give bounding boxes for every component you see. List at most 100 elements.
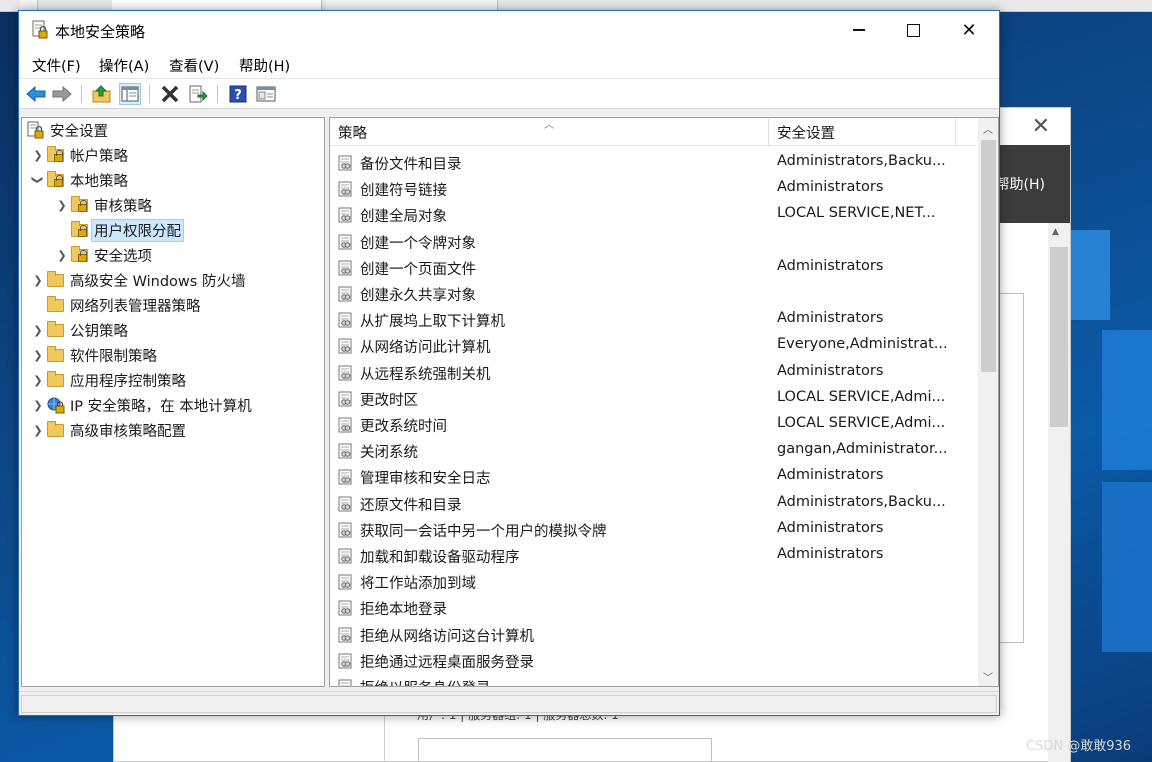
minimize-button[interactable] (831, 11, 887, 49)
tree-item-account-policy[interactable]: ❯ 帐户策略 (30, 143, 128, 167)
table-row[interactable]: 创建符号链接 Administrators (330, 176, 976, 202)
table-row[interactable]: 拒绝通过远程桌面服务登录 (330, 648, 976, 674)
tree-root-security-settings[interactable]: 安全设置 (26, 118, 108, 142)
table-row[interactable]: 创建一个令牌对象 (330, 229, 976, 255)
column-header-security-setting[interactable]: 安全设置 (769, 118, 955, 146)
tree-label: 应用程序控制策略 (70, 373, 186, 390)
chevron-right-icon[interactable]: ❯ (54, 193, 70, 217)
table-row[interactable]: 从网络访问此计算机 Everyone,Administrat... (330, 333, 976, 359)
tree-pane[interactable]: 安全设置 ❯ 帐户策略 ❯ 本地策略 ❯ 审核策略 用户权限分配 ❯ 安全选项 (21, 117, 325, 687)
table-row[interactable]: 还原文件和目录 Administrators,Backu... (330, 491, 976, 517)
chevron-right-icon[interactable]: ❯ (30, 318, 46, 342)
chevron-right-icon[interactable]: ❯ (30, 418, 46, 442)
policy-name: 加载和卸载设备驱动程序 (360, 550, 520, 566)
back-icon[interactable] (25, 83, 47, 105)
tree-item-security-options[interactable]: ❯ 安全选项 (54, 243, 152, 267)
menu-file[interactable]: 文件(F) (32, 55, 81, 76)
tree-item-windows-firewall[interactable]: ❯ 高级安全 Windows 防火墙 (30, 268, 245, 292)
table-row[interactable]: 创建永久共享对象 (330, 281, 976, 307)
chevron-right-icon[interactable]: ❯ (30, 143, 46, 167)
table-row[interactable]: 从扩展坞上取下计算机 Administrators (330, 307, 976, 333)
policy-name: 获取同一会话中另一个用户的模拟令牌 (360, 523, 607, 540)
table-row[interactable]: 管理审核和安全日志 Administrators (330, 464, 976, 490)
maximize-icon (906, 23, 920, 37)
chevron-right-icon[interactable]: ❯ (54, 243, 70, 267)
tree-item-local-policy[interactable]: ❯ 本地策略 (30, 168, 128, 192)
policy-icon (338, 679, 353, 686)
table-row[interactable]: 拒绝从网络访问这台计算机 (330, 622, 976, 648)
tree-item-app-control[interactable]: ❯ 应用程序控制策略 (30, 368, 186, 392)
table-row[interactable]: 创建一个页面文件 Administrators (330, 255, 976, 281)
table-row[interactable]: 更改时区 LOCAL SERVICE,Admi... (330, 386, 976, 412)
windows-logo-pane (1102, 482, 1152, 652)
policy-list-pane[interactable]: 策略 ︿ 安全设置 备份文件和目录 Administrators,Backu...… (329, 117, 999, 687)
tree-item-public-key-policy[interactable]: ❯ 公钥策略 (30, 318, 128, 342)
menu-view[interactable]: 查看(V) (169, 55, 219, 76)
delete-icon[interactable] (159, 83, 181, 105)
policy-name: 从网络访问此计算机 (360, 340, 491, 357)
table-row[interactable]: 将工作站添加到域 (330, 569, 976, 595)
column-divider[interactable] (955, 118, 956, 146)
table-row[interactable]: 拒绝以服务身份登录 (330, 674, 976, 686)
bg-scroll-thumb[interactable] (1050, 247, 1068, 427)
bg-input-box[interactable] (418, 738, 712, 762)
tree-item-network-list-manager[interactable]: 网络列表管理器策略 (30, 293, 201, 317)
scroll-thumb[interactable] (981, 140, 996, 372)
policy-name: 拒绝通过远程桌面服务登录 (360, 654, 534, 671)
svg-text:?: ? (234, 88, 242, 103)
scroll-down-icon[interactable]: ﹀ (978, 666, 998, 686)
forward-icon[interactable] (51, 83, 73, 105)
close-button[interactable]: ✕ (941, 11, 997, 49)
policy-icon (338, 600, 353, 616)
policy-icon (338, 155, 353, 171)
folder-icon (46, 371, 66, 389)
chevron-right-icon[interactable]: ❯ (30, 343, 46, 367)
table-row[interactable]: 获取同一会话中另一个用户的模拟令牌 Administrators (330, 517, 976, 543)
policy-name: 从扩展坞上取下计算机 (360, 314, 505, 331)
tree-label: 软件限制策略 (70, 348, 157, 365)
folder-lock-icon (70, 196, 90, 214)
help-icon[interactable]: ? (227, 83, 249, 105)
tree-item-ip-security[interactable]: ❯ IP 安全策略，在 本地计算机 (30, 393, 252, 417)
policy-name: 关闭系统 (360, 445, 418, 462)
menu-action[interactable]: 操作(A) (99, 55, 149, 76)
show-hide-tree-icon[interactable] (119, 83, 141, 105)
tree-item-software-restriction[interactable]: ❯ 软件限制策略 (30, 343, 157, 367)
bg-scrollbar[interactable]: ▲ (1048, 223, 1070, 762)
bg-scroll-up-icon[interactable]: ▲ (1052, 227, 1059, 237)
policy-name: 从远程系统强制关机 (360, 366, 491, 383)
policy-setting: Administrators,Backu... (777, 153, 946, 169)
tree-item-advanced-audit[interactable]: ❯ 高级审核策略配置 (30, 418, 186, 442)
title-bar[interactable]: 本地安全策略 ✕ (19, 11, 999, 49)
tree-label: 本地策略 (70, 173, 128, 190)
table-row[interactable]: 加载和卸载设备驱动程序 Administrators (330, 543, 976, 569)
table-row[interactable]: 创建全局对象 LOCAL SERVICE,NET... (330, 202, 976, 228)
policy-name: 创建一个令牌对象 (360, 235, 476, 252)
policy-icon (338, 181, 353, 197)
bg-help-menu[interactable]: 帮助(H) (996, 174, 1045, 194)
table-row[interactable]: 关闭系统 gangan,Administrator... (330, 438, 976, 464)
toolbar: ? (19, 79, 999, 109)
tree-item-user-rights-assignment[interactable]: 用户权限分配 (54, 218, 184, 242)
table-row[interactable]: 从远程系统强制关机 Administrators (330, 360, 976, 386)
policy-icon (338, 365, 353, 381)
table-row[interactable]: 备份文件和目录 Administrators,Backu... (330, 150, 976, 176)
folder-lock-icon (46, 171, 66, 189)
chevron-right-icon[interactable]: ❯ (30, 268, 46, 292)
maximize-button[interactable] (885, 11, 941, 49)
bg-close-icon[interactable]: ✕ (1032, 114, 1050, 139)
scroll-up-icon[interactable]: ︿ (978, 118, 998, 138)
properties-icon[interactable] (255, 83, 277, 105)
status-bar (19, 691, 999, 715)
chevron-right-icon[interactable]: ❯ (30, 368, 46, 392)
table-row[interactable]: 拒绝本地登录 (330, 595, 976, 621)
tree-item-audit-policy[interactable]: ❯ 审核策略 (54, 193, 152, 217)
local-security-policy-window: 本地安全策略 ✕ 文件(F) 操作(A) 查看(V) 帮助(H) ? 安全设置 … (18, 10, 1000, 716)
table-row[interactable]: 更改系统时间 LOCAL SERVICE,Admi... (330, 412, 976, 438)
chevron-right-icon[interactable]: ❯ (30, 393, 46, 417)
export-list-icon[interactable] (187, 83, 209, 105)
vertical-scrollbar[interactable]: ︿ ﹀ (978, 118, 998, 686)
menu-help[interactable]: 帮助(H) (239, 55, 290, 76)
folder-lock-icon (70, 221, 90, 239)
up-folder-icon[interactable] (91, 83, 113, 105)
